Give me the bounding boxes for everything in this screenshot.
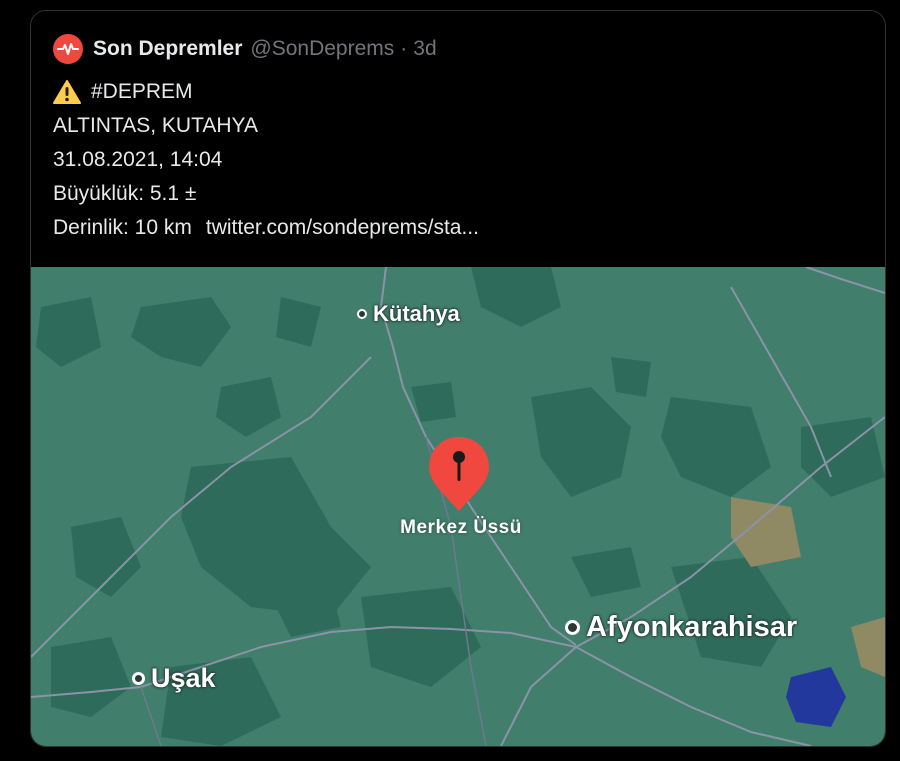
separator-dot: · <box>400 37 408 60</box>
location-line: ALTINTAS, KUTAHYA <box>53 114 258 137</box>
tweet-header: Son Depremler @SonDeprems · 3d #DEPREM A… <box>31 11 885 267</box>
depth-text: Derinlik: 10 km <box>53 216 192 239</box>
hashtag-link[interactable]: #DEPREM <box>91 75 193 109</box>
depth-line: Derinlik: 10 km twitter.com/sondeprems/s… <box>53 211 479 245</box>
author-row: Son Depremler @SonDeprems · 3d <box>53 33 437 65</box>
author-handle[interactable]: @SonDeprems <box>250 37 394 61</box>
epicenter-label: Merkez Üssü <box>400 517 522 538</box>
tweet-text: #DEPREM ALTINTAS, KUTAHYA 31.08.2021, 14… <box>53 75 479 245</box>
city-label-kutahya: Kütahya <box>373 301 460 326</box>
author-name[interactable]: Son Depremler <box>93 37 242 61</box>
city-label-usak: Uşak <box>151 663 216 693</box>
datetime-line: 31.08.2021, 14:04 <box>53 148 223 171</box>
city-kutahya[interactable]: Kütahya <box>357 301 460 327</box>
city-afyonkarahisar[interactable]: Afyonkarahisar <box>565 611 797 644</box>
city-marker-icon <box>357 309 367 319</box>
magnitude-line: Büyüklük: 5.1 ± <box>53 182 197 205</box>
city-usak[interactable]: Uşak <box>132 663 216 694</box>
map-image[interactable]: Kütahya Afyonkarahisar Uşak Merkez Üssü <box>31 267 885 746</box>
city-marker-icon <box>132 672 145 685</box>
map-pin-icon[interactable] <box>427 435 491 513</box>
tweet-link[interactable]: twitter.com/sondeprems/sta... <box>206 211 479 245</box>
tweet-time[interactable]: 3d <box>413 37 436 61</box>
tweet-card[interactable]: Son Depremler @SonDeprems · 3d #DEPREM A… <box>30 10 886 747</box>
warning-icon <box>53 79 81 105</box>
city-label-afyonkarahisar: Afyonkarahisar <box>586 611 798 643</box>
heartbeat-icon[interactable] <box>53 34 83 64</box>
hashtag-line: #DEPREM <box>53 75 479 109</box>
city-marker-icon <box>565 620 580 635</box>
